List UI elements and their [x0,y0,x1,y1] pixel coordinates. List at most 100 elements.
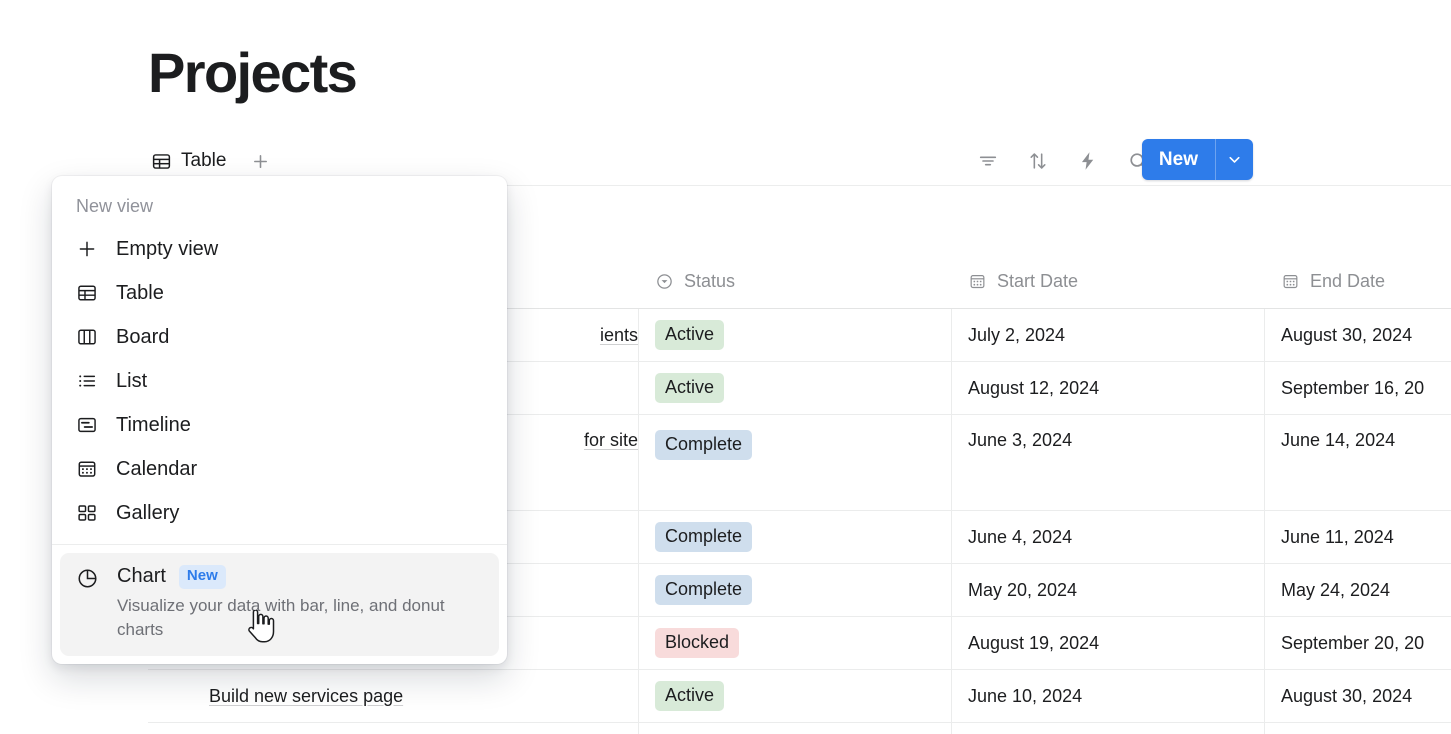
menu-title: New view [76,196,154,216]
cell-name[interactable]: Build new services page [148,670,639,722]
cell-start-date[interactable]: July 2, 2024 [952,309,1265,361]
cell-status[interactable]: Active [639,670,952,722]
start-date-value: June 4, 2024 [968,526,1073,547]
cell-start-date[interactable] [952,723,1265,734]
status-badge: Active [655,681,725,711]
new-button-dropdown[interactable] [1215,139,1253,180]
menu-item-chart-label: Chart [117,565,166,588]
plus-icon [76,238,98,260]
end-date-value: August 30, 2024 [1281,324,1413,345]
end-date-value: June 11, 2024 [1281,526,1394,547]
menu-divider [52,544,507,545]
cell-start-date[interactable]: June 10, 2024 [952,670,1265,722]
calendar-icon [1281,272,1300,291]
chevron-down-icon [1229,156,1240,163]
cell-start-date[interactable]: May 20, 2024 [952,564,1265,616]
cell-end-date[interactable]: June 11, 2024 [1265,511,1451,563]
menu-item-timeline[interactable]: Timeline [52,403,507,447]
menu-item-board[interactable]: Board [52,315,507,359]
cell-start-date[interactable]: June 3, 2024 [952,415,1265,510]
menu-item-chart-description: Visualize your data with bar, line, and … [117,595,445,639]
tab-table[interactable]: Table [148,146,232,176]
project-name-link[interactable]: Build new services page [209,686,403,707]
column-header-end-date[interactable]: End Date [1265,255,1451,308]
board-icon [76,326,98,348]
project-name-link[interactable]: for site [584,430,638,451]
filter-icon[interactable] [973,146,1003,176]
table-icon [150,150,172,172]
start-date-value: August 12, 2024 [968,377,1100,398]
start-date-value: June 3, 2024 [968,430,1073,450]
cell-status[interactable]: Complete [639,511,952,563]
end-date-value: August 30, 2024 [1281,685,1413,706]
menu-item-label: Timeline [116,413,191,436]
tab-table-label: Table [181,150,227,171]
calendar-icon [968,272,987,291]
cell-end-date[interactable]: September 16, 20 [1265,362,1451,414]
cell-start-date[interactable]: June 4, 2024 [952,511,1265,563]
status-badge: Complete [655,575,753,605]
menu-item-gallery[interactable]: Gallery [52,491,507,535]
gallery-icon [76,502,98,524]
table-icon [76,282,98,304]
list-icon [76,370,98,392]
column-header-start-date[interactable]: Start Date [952,255,1265,308]
start-date-value: June 10, 2024 [968,685,1083,706]
app-root: Projects Table New Status Start Date End… [0,0,1451,734]
new-button[interactable]: New [1142,139,1215,180]
status-badge: Complete [655,522,753,552]
cell-start-date[interactable]: August 19, 2024 [952,617,1265,669]
project-name-link[interactable]: ients [600,325,638,346]
plus-icon [253,154,267,168]
automation-icon[interactable] [1073,146,1103,176]
cell-name[interactable] [148,723,639,734]
menu-item-label: Board [116,325,170,348]
end-date-value: May 24, 2024 [1281,579,1391,600]
column-header-status-label: Status [684,271,736,291]
cell-start-date[interactable]: August 12, 2024 [952,362,1265,414]
select-icon [655,272,674,291]
column-header-start-date-label: Start Date [997,271,1079,291]
menu-item-table[interactable]: Table [52,271,507,315]
cell-status[interactable]: Active [639,362,952,414]
menu-item-list[interactable]: List [52,359,507,403]
end-date-value: September 16, 20 [1281,377,1425,398]
end-date-value: September 20, 20 [1281,632,1425,653]
status-badge: Active [655,373,725,403]
cell-end-date[interactable]: May 24, 2024 [1265,564,1451,616]
calendar-icon [76,458,98,480]
cell-status[interactable] [639,723,952,734]
menu-item-list: Empty view Table Board List Timeline Calendar… [52,227,507,535]
menu-item-calendar[interactable]: Calendar [52,447,507,491]
timeline-icon [76,414,98,436]
menu-item-label: Empty view [116,237,219,260]
menu-item-label: Calendar [116,457,198,480]
cell-end-date[interactable]: August 30, 2024 [1265,309,1451,361]
menu-item-label: List [116,369,148,392]
cell-status[interactable]: Blocked [639,617,952,669]
cell-end-date[interactable]: June 14, 2024 [1265,415,1451,510]
new-button-group: New [1141,139,1253,180]
status-badge: Blocked [655,628,740,658]
column-header-end-date-label: End Date [1310,271,1386,291]
page-title: Projects [148,41,358,104]
sort-icon[interactable] [1023,146,1053,176]
status-badge: Complete [655,430,753,460]
cell-status[interactable]: Complete [639,564,952,616]
cell-end-date[interactable] [1265,723,1451,734]
new-badge: New [178,565,226,589]
table-row[interactable]: Build new services page Active June 10, 20… [148,670,1451,723]
cell-end-date[interactable]: September 20, 20 [1265,617,1451,669]
table-row[interactable] [148,723,1451,734]
cell-status[interactable]: Active [639,309,952,361]
menu-item-empty-view[interactable]: Empty view [52,227,507,271]
menu-item-chart[interactable]: Chart New Visualize your data with bar, … [60,553,499,656]
add-view-button[interactable] [246,147,274,175]
new-view-menu: New view Empty view Table Board List Timelin… [52,176,507,664]
cell-status[interactable]: Complete [639,415,952,510]
start-date-value: July 2, 2024 [968,324,1066,345]
cell-end-date[interactable]: August 30, 2024 [1265,670,1451,722]
column-header-status[interactable]: Status [639,255,952,308]
pie-chart-icon [76,567,99,595]
status-badge: Active [655,320,725,350]
